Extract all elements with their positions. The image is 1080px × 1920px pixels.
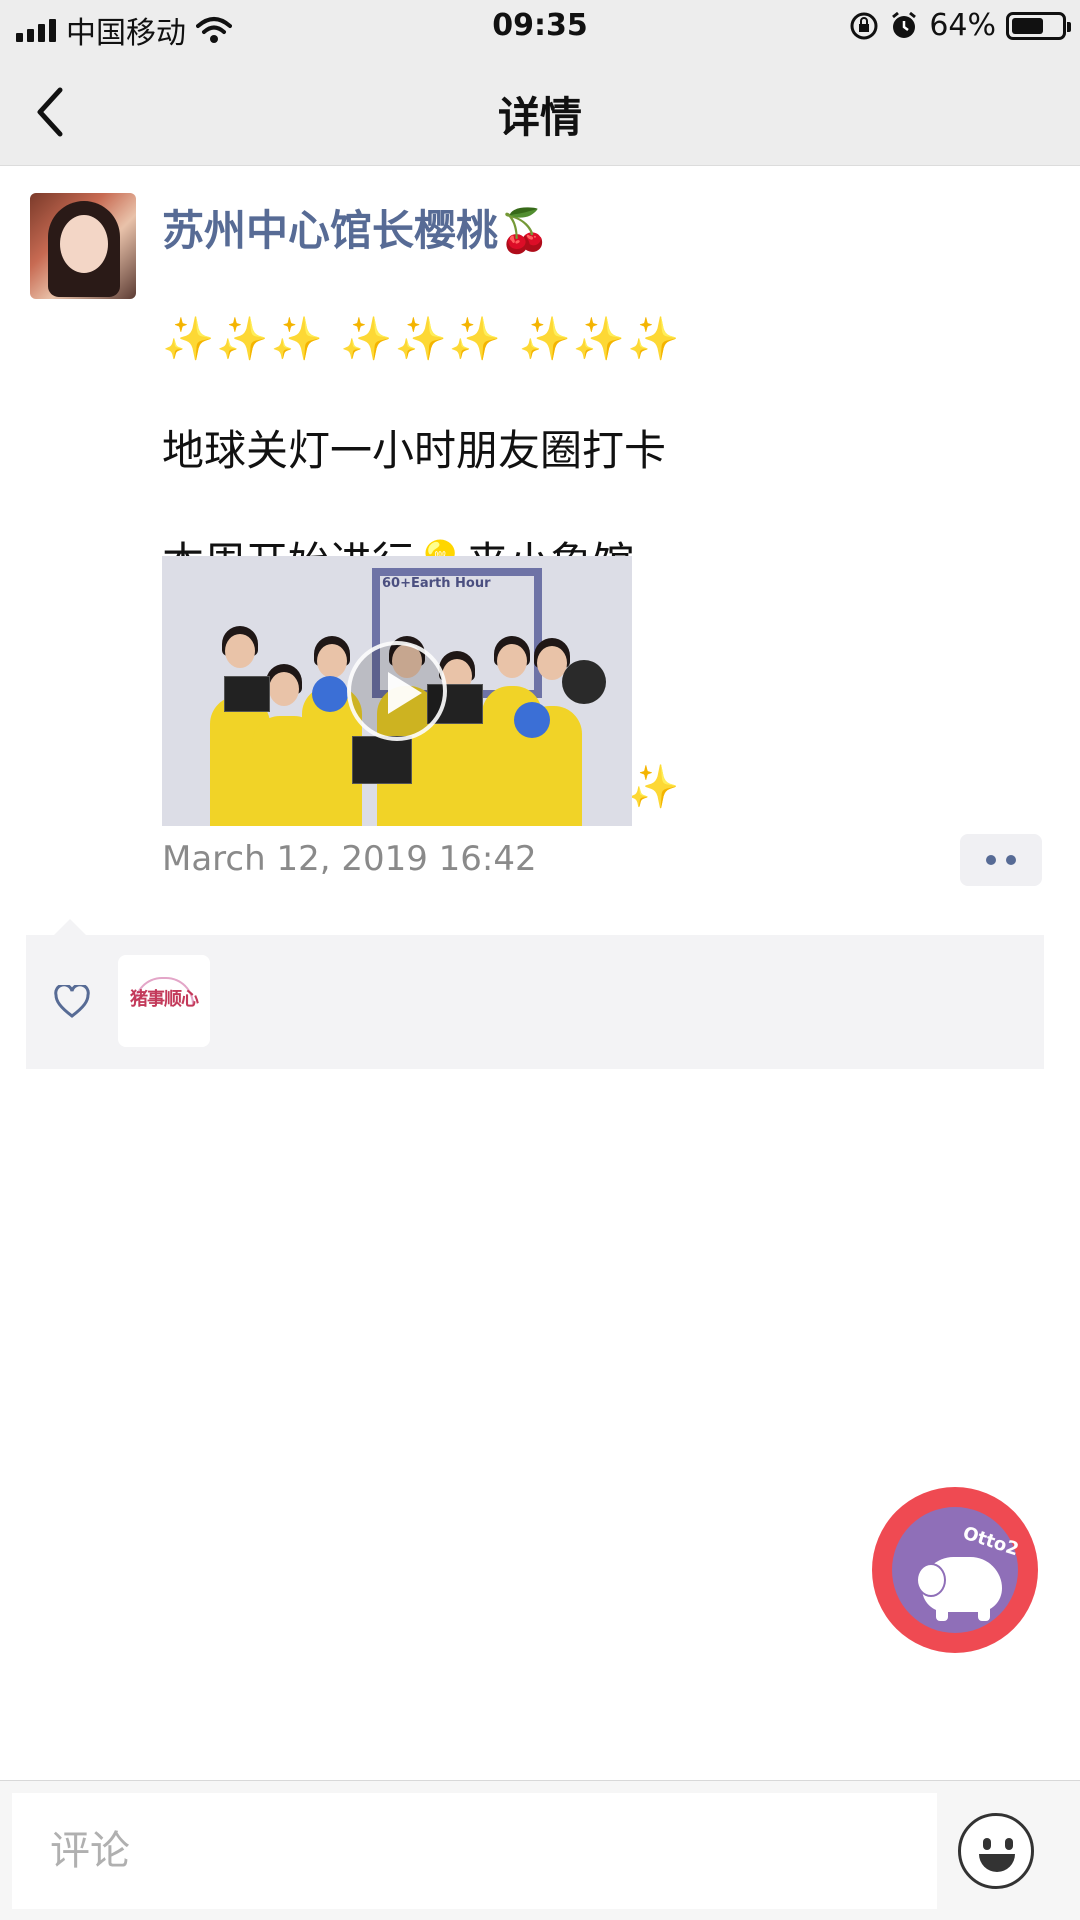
more-button[interactable] xyxy=(960,834,1042,886)
dot xyxy=(1006,855,1016,865)
video-sign xyxy=(224,676,270,712)
video-thumbnail[interactable]: 60+Earth Hour xyxy=(162,556,632,826)
elephant-leg xyxy=(936,1603,948,1621)
heart-outline-icon xyxy=(54,985,90,1018)
earth-hour-label: 60+Earth Hour xyxy=(382,576,491,591)
elephant-ear xyxy=(916,1563,946,1597)
orientation-lock-icon xyxy=(850,12,878,39)
badge-text: Otto2 xyxy=(960,1522,1022,1561)
post-timestamp: March 12, 2019 16:42 xyxy=(162,839,537,879)
author-name[interactable]: 苏州中心馆长樱桃🍒 xyxy=(162,197,550,258)
emoji-eye xyxy=(983,1838,991,1850)
nav-bar: 详情 xyxy=(0,54,1080,166)
play-button[interactable] xyxy=(347,641,447,741)
video-person-head xyxy=(497,644,527,678)
badge-inner: Otto2 xyxy=(892,1507,1022,1633)
comment-input[interactable] xyxy=(12,1793,937,1909)
smiley-icon[interactable] xyxy=(958,1813,1034,1889)
battery-percent: 64% xyxy=(929,8,996,43)
sparkles-line-top: ✨✨✨ ✨✨✨ ✨✨✨ xyxy=(162,314,682,363)
battery-icon xyxy=(1006,11,1071,40)
author-avatar[interactable] xyxy=(30,193,136,299)
dot xyxy=(986,855,996,865)
alarm-icon xyxy=(892,11,917,38)
avatar-face xyxy=(60,215,108,273)
liker-logo-text: 猪事顺心 xyxy=(130,989,199,1010)
video-sign xyxy=(352,736,412,784)
elephant-plush xyxy=(514,702,550,738)
emoji-mouth xyxy=(979,1854,1015,1872)
liker-avatar[interactable]: 猪事顺心 xyxy=(118,955,210,1047)
wifi-sign xyxy=(562,660,606,704)
video-person-head xyxy=(225,634,255,668)
video-person-head xyxy=(269,672,299,706)
floating-badge[interactable]: Otto2 xyxy=(872,1487,1038,1653)
emoji-eye xyxy=(1005,1838,1013,1850)
elephant-leg xyxy=(978,1603,990,1621)
likes-panel: 猪事顺心 xyxy=(26,919,1044,1069)
battery-level xyxy=(1012,17,1043,34)
status-bar: 中国移动 09:35 64% xyxy=(0,0,1080,54)
post-line-1: 地球关灯一小时朋友圈打卡 xyxy=(162,426,667,475)
video-person-head xyxy=(317,644,347,678)
page-title: 详情 xyxy=(497,93,582,142)
elephant-plush xyxy=(312,676,348,712)
comment-bar xyxy=(0,1780,1080,1920)
status-right: 64% xyxy=(849,8,1071,43)
